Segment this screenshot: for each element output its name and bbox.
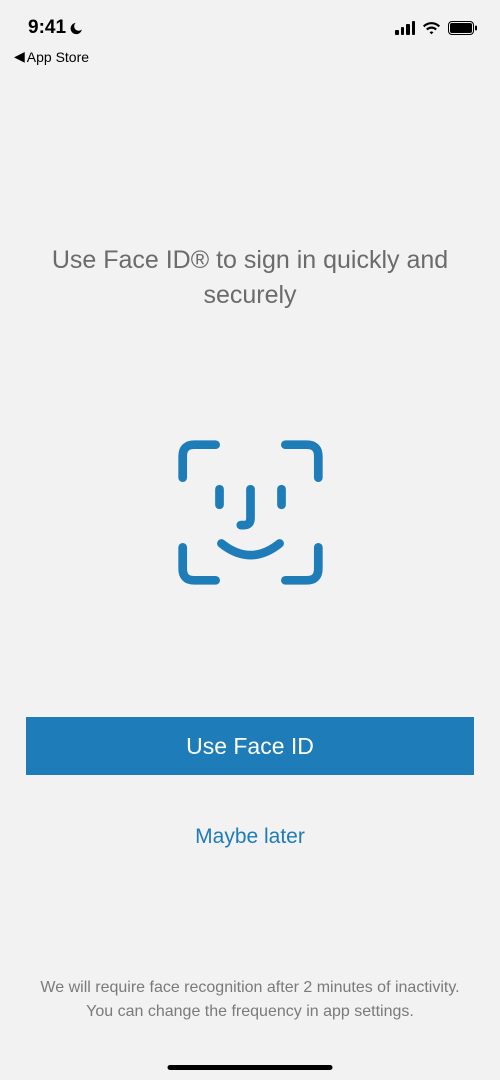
secondary-button-label: Maybe later	[195, 825, 305, 848]
back-to-app-store-link[interactable]: ◀ App Store	[0, 44, 500, 65]
page-heading: Use Face ID® to sign in quickly and secu…	[50, 243, 450, 313]
battery-icon	[448, 21, 478, 35]
status-time: 9:41	[28, 17, 66, 39]
chevron-left-icon: ◀	[14, 48, 25, 65]
face-id-icon	[173, 435, 328, 590]
footer-disclaimer: We will require face recognition after 2…	[30, 976, 470, 1024]
status-bar: 9:41	[0, 0, 500, 44]
main-content: Use Face ID® to sign in quickly and secu…	[0, 65, 500, 849]
cellular-signal-icon	[395, 21, 415, 35]
maybe-later-button[interactable]: Maybe later	[195, 825, 305, 849]
wifi-icon	[422, 21, 441, 35]
use-face-id-button[interactable]: Use Face ID	[26, 717, 474, 775]
status-right	[395, 21, 478, 35]
back-link-label: App Store	[27, 49, 89, 65]
do-not-disturb-icon	[70, 21, 85, 36]
primary-button-label: Use Face ID	[186, 733, 314, 760]
status-left: 9:41	[28, 17, 85, 39]
home-indicator[interactable]	[168, 1065, 333, 1070]
